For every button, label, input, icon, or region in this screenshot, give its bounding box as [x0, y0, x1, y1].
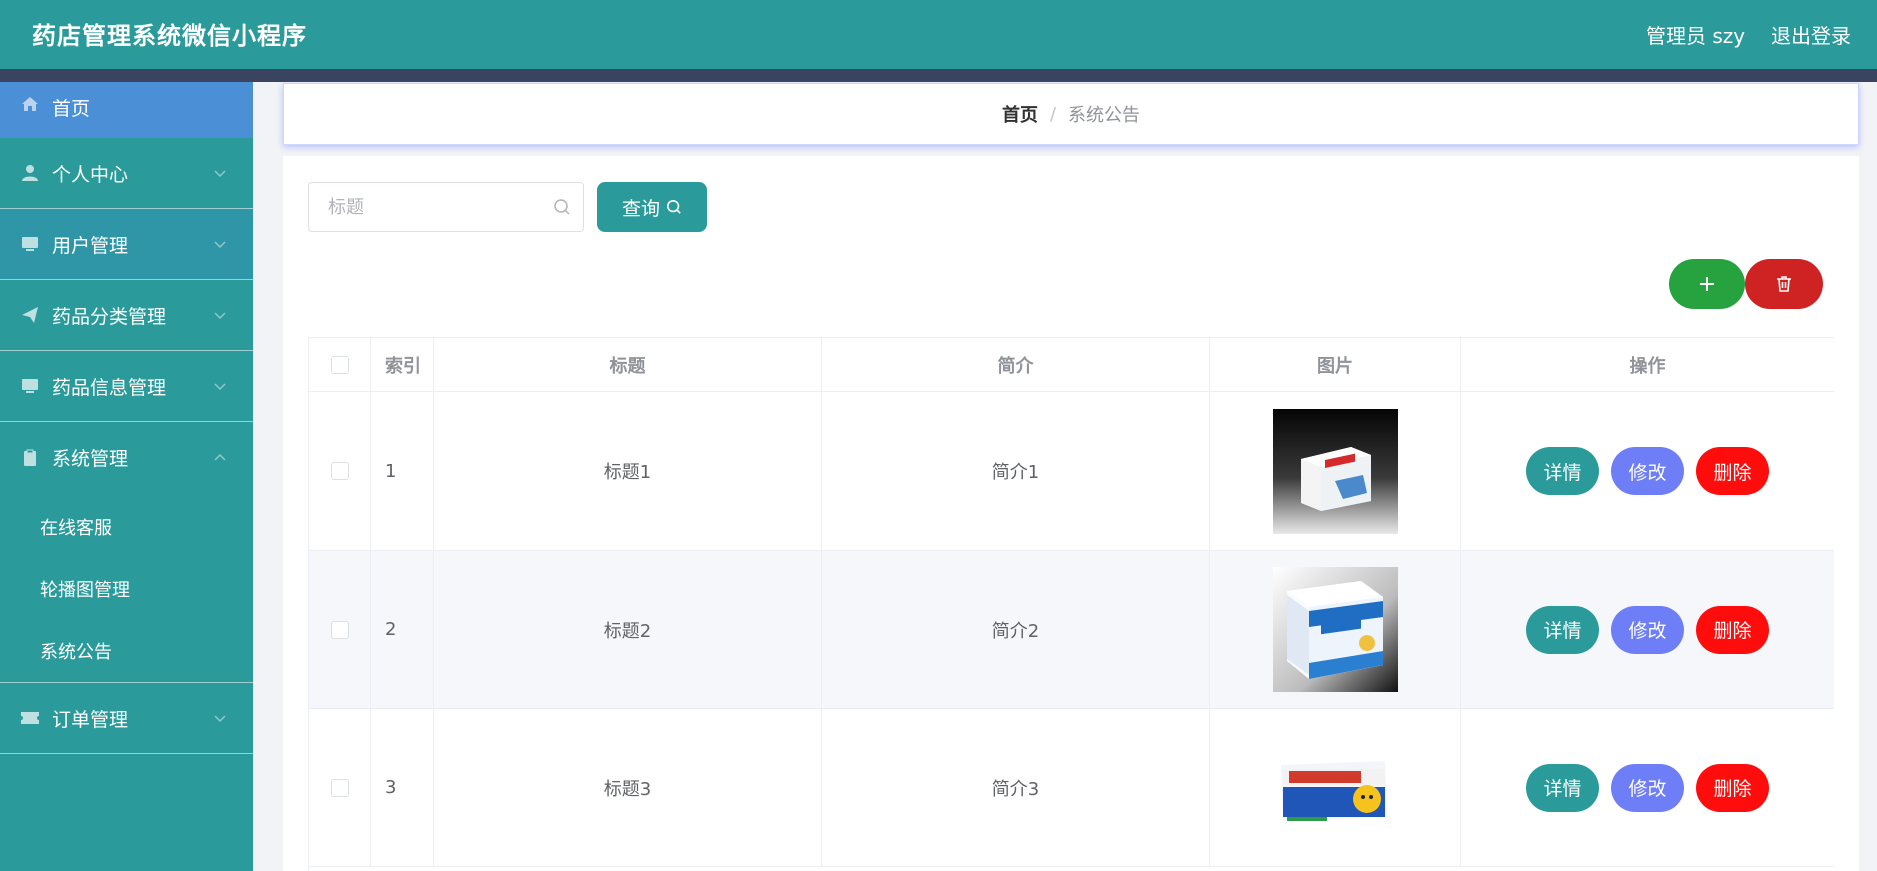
search-icon	[554, 199, 570, 215]
delete-button[interactable]: 删除	[1696, 605, 1769, 654]
edit-button[interactable]: 修改	[1611, 605, 1684, 654]
search-box	[308, 182, 584, 232]
row-checkbox[interactable]	[330, 462, 349, 480]
row-intro: 简介3	[822, 709, 1210, 866]
sidebar-item-personal-center[interactable]: 个人中心	[0, 138, 253, 209]
row-index: 1	[371, 392, 434, 550]
add-button[interactable]	[1669, 259, 1745, 309]
row-actions: 详情 修改 删除	[1461, 392, 1834, 550]
sidebar-item-order-management[interactable]: 订单管理	[0, 683, 253, 754]
table-row: 1 标题1 简介1 详情 修改 删除	[309, 392, 1834, 551]
sidebar-item-user-management[interactable]: 用户管理	[0, 209, 253, 280]
row-image-cell	[1210, 709, 1461, 866]
app-title: 药店管理系统微信小程序	[32, 22, 307, 50]
monitor-icon	[20, 234, 40, 254]
row-intro: 简介2	[822, 551, 1210, 708]
row-index: 2	[371, 551, 434, 708]
chevron-down-icon	[214, 715, 226, 723]
sidebar-item-label: 订单管理	[52, 708, 129, 731]
row-check-cell	[309, 392, 371, 550]
sidebar-item-home[interactable]: 首页	[0, 82, 253, 138]
clipboard-icon	[20, 448, 40, 468]
search-icon	[666, 199, 681, 214]
query-button-label: 查询	[621, 197, 660, 220]
send-icon	[20, 305, 40, 325]
row-check-cell	[309, 709, 371, 866]
header-index: 索引	[371, 338, 434, 391]
row-title: 标题3	[434, 709, 822, 866]
row-intro: 简介1	[822, 392, 1210, 550]
sidebar-item-label: 个人中心	[52, 163, 129, 186]
medicine-box-image	[1272, 567, 1398, 692]
table-row: 2 标题2 简介2 详情 修改 删除	[309, 551, 1834, 709]
announcement-table: 索引 标题 简介 图片 操作 1 标题1 简介1 详情 修改 删除 2 标题2 …	[308, 337, 1834, 871]
trash-icon	[1777, 276, 1791, 292]
header-image: 图片	[1210, 338, 1461, 391]
sidebar-subitem-announcement[interactable]: 系统公告	[40, 638, 112, 664]
chevron-down-icon	[214, 312, 226, 320]
user-icon	[20, 163, 40, 183]
row-actions: 详情 修改 删除	[1461, 551, 1834, 708]
admin-username: 管理员 szy	[1646, 24, 1746, 48]
batch-delete-button[interactable]	[1745, 259, 1823, 309]
breadcrumb: 首页 / 系统公告	[283, 83, 1859, 145]
header-divider-strip	[0, 69, 1877, 82]
ticket-icon	[20, 708, 40, 728]
chevron-down-icon	[214, 241, 226, 249]
sidebar-item-label: 首页	[52, 98, 91, 120]
sidebar-subitem-online-service[interactable]: 在线客服	[40, 514, 112, 540]
row-checkbox[interactable]	[330, 778, 349, 797]
title-search-input[interactable]	[309, 183, 549, 231]
home-icon	[20, 94, 40, 114]
select-all-cell	[309, 338, 371, 391]
sidebar-item-label: 药品信息管理	[52, 376, 167, 399]
chevron-up-icon	[214, 453, 226, 461]
row-title: 标题1	[434, 392, 822, 550]
delete-button[interactable]: 删除	[1696, 763, 1769, 812]
monitor-icon	[20, 376, 40, 396]
header-title: 标题	[434, 338, 822, 391]
table-row: 3 标题3 简介3 详情 修改 删除	[309, 709, 1834, 867]
sidebar-item-drug-category[interactable]: 药品分类管理	[0, 280, 253, 351]
chevron-down-icon	[214, 383, 226, 391]
content-card: 查询 索引 标题 简介 图片 操作 1 标题1 简介1	[283, 156, 1859, 871]
delete-button[interactable]: 删除	[1696, 447, 1769, 495]
edit-button[interactable]: 修改	[1611, 763, 1684, 812]
sidebar-item-label: 药品分类管理	[52, 305, 167, 328]
header-intro: 简介	[822, 338, 1210, 391]
breadcrumb-current: 系统公告	[1068, 105, 1141, 126]
header-actions: 操作	[1461, 338, 1834, 391]
row-index: 3	[371, 709, 434, 866]
row-actions: 详情 修改 删除	[1461, 709, 1834, 866]
medicine-box-image	[1272, 725, 1398, 850]
detail-button[interactable]: 详情	[1526, 447, 1599, 495]
sidebar-item-label: 系统管理	[52, 448, 129, 470]
top-header: 药店管理系统微信小程序 管理员 szy 退出登录	[0, 0, 1877, 69]
sidebar-item-system-management[interactable]: 系统管理	[0, 422, 253, 493]
main-area: 首页 / 系统公告 查询 索引 标题 简介 图片 操作	[253, 82, 1877, 871]
sidebar-subitem-carousel[interactable]: 轮播图管理	[40, 576, 130, 602]
row-image-cell	[1210, 551, 1461, 708]
sidebar-item-label: 用户管理	[52, 234, 129, 257]
edit-button[interactable]: 修改	[1611, 447, 1684, 495]
row-image-cell	[1210, 392, 1461, 550]
detail-button[interactable]: 详情	[1526, 605, 1599, 654]
logout-link[interactable]: 退出登录	[1771, 20, 1851, 49]
breadcrumb-separator: /	[1049, 103, 1057, 125]
sidebar-item-drug-info[interactable]: 药品信息管理	[0, 351, 253, 422]
detail-button[interactable]: 详情	[1526, 763, 1599, 812]
table-header-row: 索引 标题 简介 图片 操作	[309, 338, 1834, 392]
row-checkbox[interactable]	[330, 620, 349, 639]
plus-icon	[1700, 277, 1714, 291]
breadcrumb-home[interactable]: 首页	[1002, 101, 1038, 127]
row-title: 标题2	[434, 551, 822, 708]
row-check-cell	[309, 551, 371, 708]
query-button[interactable]: 查询	[597, 182, 707, 232]
chevron-down-icon	[214, 170, 226, 178]
medicine-box-image	[1272, 408, 1398, 534]
select-all-checkbox[interactable]	[330, 355, 349, 374]
sidebar-menu: 首页 个人中心 用户管理 药品分类管理 药品信息管理 系统管理 在线客服 轮播图…	[0, 82, 253, 871]
